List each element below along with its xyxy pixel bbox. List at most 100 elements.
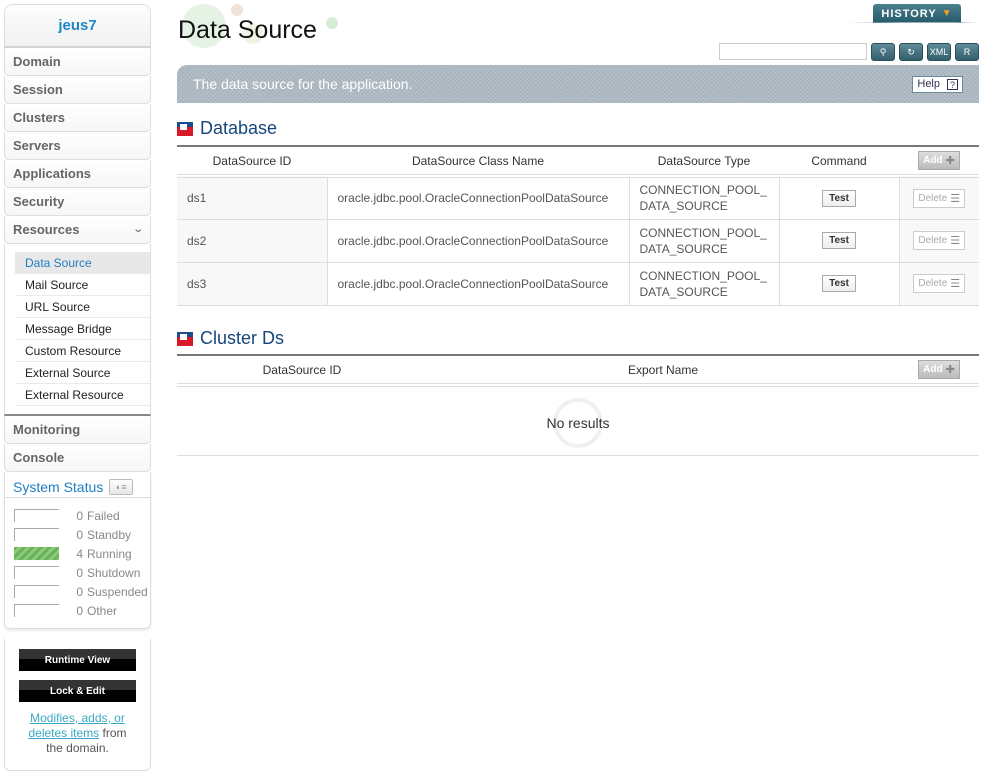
submenu-item-mail-source[interactable]: Mail Source bbox=[15, 274, 150, 296]
database-section-title: Database bbox=[177, 118, 277, 139]
column-header: DataSource Type bbox=[629, 146, 779, 178]
status-row-standby: 0 Standby bbox=[5, 525, 150, 544]
column-header: Export Name bbox=[427, 355, 899, 387]
delete-button[interactable]: Delete ☰ bbox=[913, 274, 966, 293]
sidebar: jeus7 Domain Session Clusters Servers Ap… bbox=[4, 4, 151, 771]
status-label: Other bbox=[87, 603, 118, 618]
domain-name[interactable]: jeus7 bbox=[4, 4, 151, 48]
table-header-row: DataSource ID Export Name Add ✚ bbox=[177, 355, 979, 387]
menu-label: Applications bbox=[13, 166, 92, 181]
menu-item-monitoring[interactable]: Monitoring bbox=[4, 416, 151, 444]
delete-label: Delete bbox=[918, 278, 948, 289]
column-header: DataSource Class Name bbox=[327, 146, 629, 178]
menu-item-domain[interactable]: Domain bbox=[4, 48, 151, 76]
add-cluster-ds-button[interactable]: Add ✚ bbox=[918, 360, 960, 379]
menu-item-security[interactable]: Security bbox=[4, 188, 151, 216]
lock-edit-button[interactable]: Lock & Edit bbox=[19, 680, 136, 702]
status-bar bbox=[14, 509, 59, 522]
menu-item-applications[interactable]: Applications bbox=[4, 160, 151, 188]
xml-export-icon: XML bbox=[929, 47, 949, 57]
type-line: CONNECTION_POOL_ bbox=[639, 268, 767, 283]
apply-icon: R bbox=[963, 47, 971, 57]
submenu-item-custom-resource[interactable]: Custom Resource bbox=[15, 340, 150, 362]
delete-cell: Delete ☰ bbox=[899, 262, 979, 306]
delete-button[interactable]: Delete ☰ bbox=[913, 231, 966, 250]
database-table: DataSource ID DataSource Class Name Data… bbox=[177, 145, 979, 306]
submenu-item-data-source[interactable]: Data Source bbox=[15, 252, 150, 274]
description-banner: The data source for the application. Hel… bbox=[177, 65, 979, 103]
status-label: Shutdown bbox=[87, 565, 141, 580]
status-bar bbox=[14, 604, 59, 617]
status-count: 0 bbox=[76, 527, 83, 542]
table-header-row: DataSource ID DataSource Class Name Data… bbox=[177, 146, 979, 178]
system-status-panel: System Status ◐≡ 0 Failed 0 Standby 4 Ru… bbox=[4, 472, 151, 629]
datasource-id[interactable]: ds2 bbox=[177, 219, 328, 263]
delete-icon: ☰ bbox=[950, 192, 961, 205]
status-count: 4 bbox=[76, 546, 83, 561]
delete-cell: Delete ☰ bbox=[899, 219, 979, 263]
cluster-ds-section-title: Cluster Ds bbox=[177, 328, 284, 349]
status-toggle-icon[interactable]: ◐≡ bbox=[109, 478, 134, 495]
delete-button[interactable]: Delete ☰ bbox=[913, 188, 966, 208]
refresh-icon: ↻ bbox=[907, 46, 915, 57]
status-label: Failed bbox=[87, 508, 120, 523]
delete-label: Delete bbox=[918, 192, 948, 204]
submenu-item-message-bridge[interactable]: Message Bridge bbox=[15, 318, 150, 340]
status-label: Running bbox=[87, 546, 132, 561]
type-line: DATA_SOURCE bbox=[639, 284, 728, 299]
menu-label: Monitoring bbox=[13, 422, 81, 437]
delete-icon: ☰ bbox=[950, 278, 961, 290]
status-row-running: 4 Running bbox=[5, 544, 150, 563]
search-button[interactable]: ⚲ bbox=[871, 43, 895, 61]
help-button[interactable]: Help ? bbox=[912, 75, 963, 93]
menu-item-resources[interactable]: Resources ⌄ bbox=[4, 216, 151, 244]
menu-item-servers[interactable]: Servers bbox=[4, 132, 151, 160]
section-title-text: Database bbox=[200, 118, 278, 138]
status-bar bbox=[14, 585, 59, 598]
xml-export-button[interactable]: XML bbox=[927, 43, 951, 61]
datasource-id[interactable]: ds1 bbox=[177, 176, 328, 220]
test-button[interactable]: Test bbox=[822, 189, 856, 207]
plus-icon: ✚ bbox=[945, 155, 955, 167]
section-icon bbox=[177, 331, 193, 346]
datasource-class: oracle.jdbc.pool.OracleConnectionPoolDat… bbox=[327, 219, 630, 263]
status-bar bbox=[14, 547, 59, 560]
status-label: Standby bbox=[87, 527, 132, 542]
test-button[interactable]: Test bbox=[822, 275, 856, 292]
menu-item-clusters[interactable]: Clusters bbox=[4, 104, 151, 132]
delete-label: Delete bbox=[918, 235, 948, 246]
delete-cell: Delete ☰ bbox=[899, 176, 979, 220]
menu-label: Security bbox=[13, 194, 65, 209]
submenu-item-external-source[interactable]: External Source bbox=[15, 362, 150, 384]
add-datasource-button[interactable]: Add ✚ bbox=[918, 151, 960, 170]
column-header: Command bbox=[779, 146, 899, 178]
decoration-circle bbox=[326, 17, 338, 29]
status-label: Suspended bbox=[87, 584, 148, 599]
history-divider bbox=[849, 22, 979, 23]
table-row: ds1 oracle.jdbc.pool.OracleConnectionPoo… bbox=[177, 176, 979, 220]
status-row-failed: 0 Failed bbox=[5, 506, 150, 525]
history-button[interactable]: HISTORY ▼ bbox=[873, 4, 961, 23]
runtime-view-button[interactable]: Runtime View bbox=[19, 649, 136, 671]
datasource-id[interactable]: ds3 bbox=[177, 262, 328, 306]
test-button[interactable]: Test bbox=[822, 232, 856, 249]
column-header: DataSource ID bbox=[177, 355, 427, 387]
datasource-type: CONNECTION_POOL_ DATA_SOURCE bbox=[629, 176, 780, 220]
menu-item-session[interactable]: Session bbox=[4, 76, 151, 104]
banner-text: The data source for the application. bbox=[193, 76, 413, 92]
type-line: DATA_SOURCE bbox=[639, 241, 728, 256]
status-count: 0 bbox=[76, 565, 83, 580]
command-cell: Test bbox=[779, 176, 900, 220]
empty-state: No results bbox=[177, 390, 979, 456]
submenu-item-url-source[interactable]: URL Source bbox=[15, 296, 150, 318]
menu-item-console[interactable]: Console bbox=[4, 444, 151, 472]
menu-label: Clusters bbox=[13, 110, 66, 125]
refresh-button[interactable]: ↻ bbox=[899, 43, 923, 61]
submenu-item-external-resource[interactable]: External Resource bbox=[15, 384, 150, 406]
status-row-suspended: 0 Suspended bbox=[5, 582, 150, 601]
table-row: ds3 oracle.jdbc.pool.OracleConnectionPoo… bbox=[177, 262, 979, 306]
menu-label: Session bbox=[13, 82, 63, 97]
type-line: DATA_SOURCE bbox=[639, 199, 728, 214]
search-input[interactable] bbox=[719, 43, 867, 60]
apply-button[interactable]: R bbox=[955, 43, 979, 61]
